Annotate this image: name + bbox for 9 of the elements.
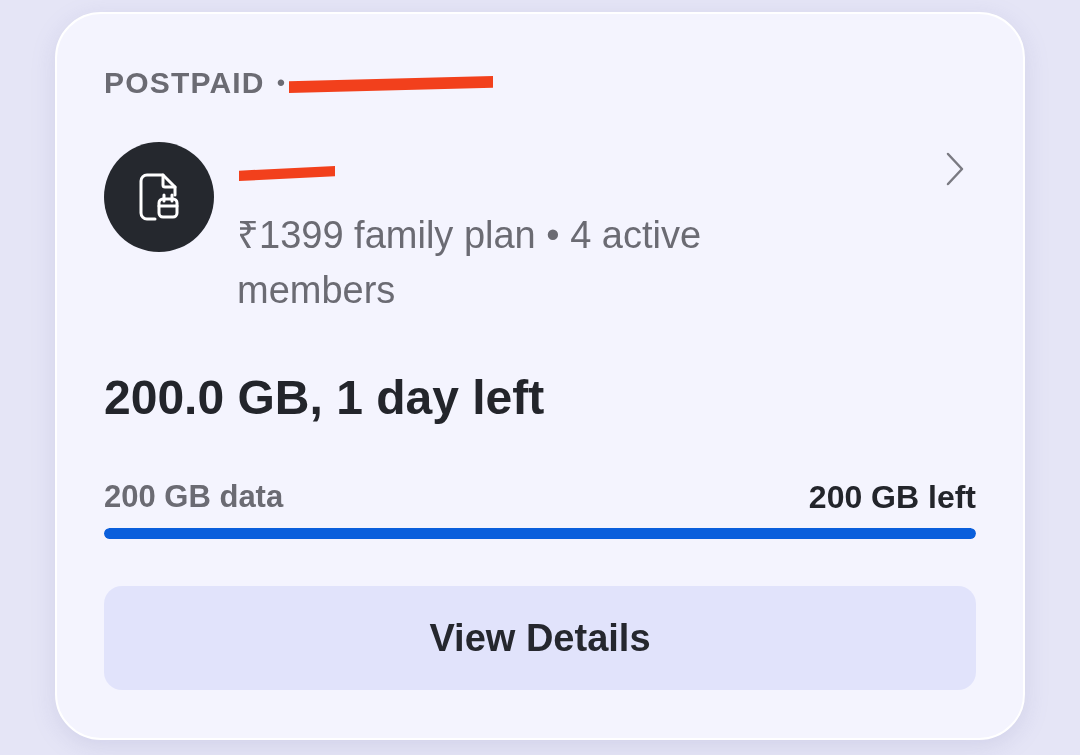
data-left-label: 200 GB left (808, 479, 976, 515)
plan-type-label: POSTPAID (104, 68, 265, 98)
view-details-button[interactable]: View Details (104, 586, 976, 690)
sim-card-calendar-icon (139, 173, 179, 221)
plan-description: ₹1399 family plan • 4 active members (237, 213, 703, 313)
data-remaining-headline: 200.0 GB, 1 day left (104, 370, 546, 426)
chevron-right-icon (946, 152, 964, 186)
separator-dot: • (276, 68, 286, 98)
data-total-label: 200 GB data (104, 479, 284, 515)
